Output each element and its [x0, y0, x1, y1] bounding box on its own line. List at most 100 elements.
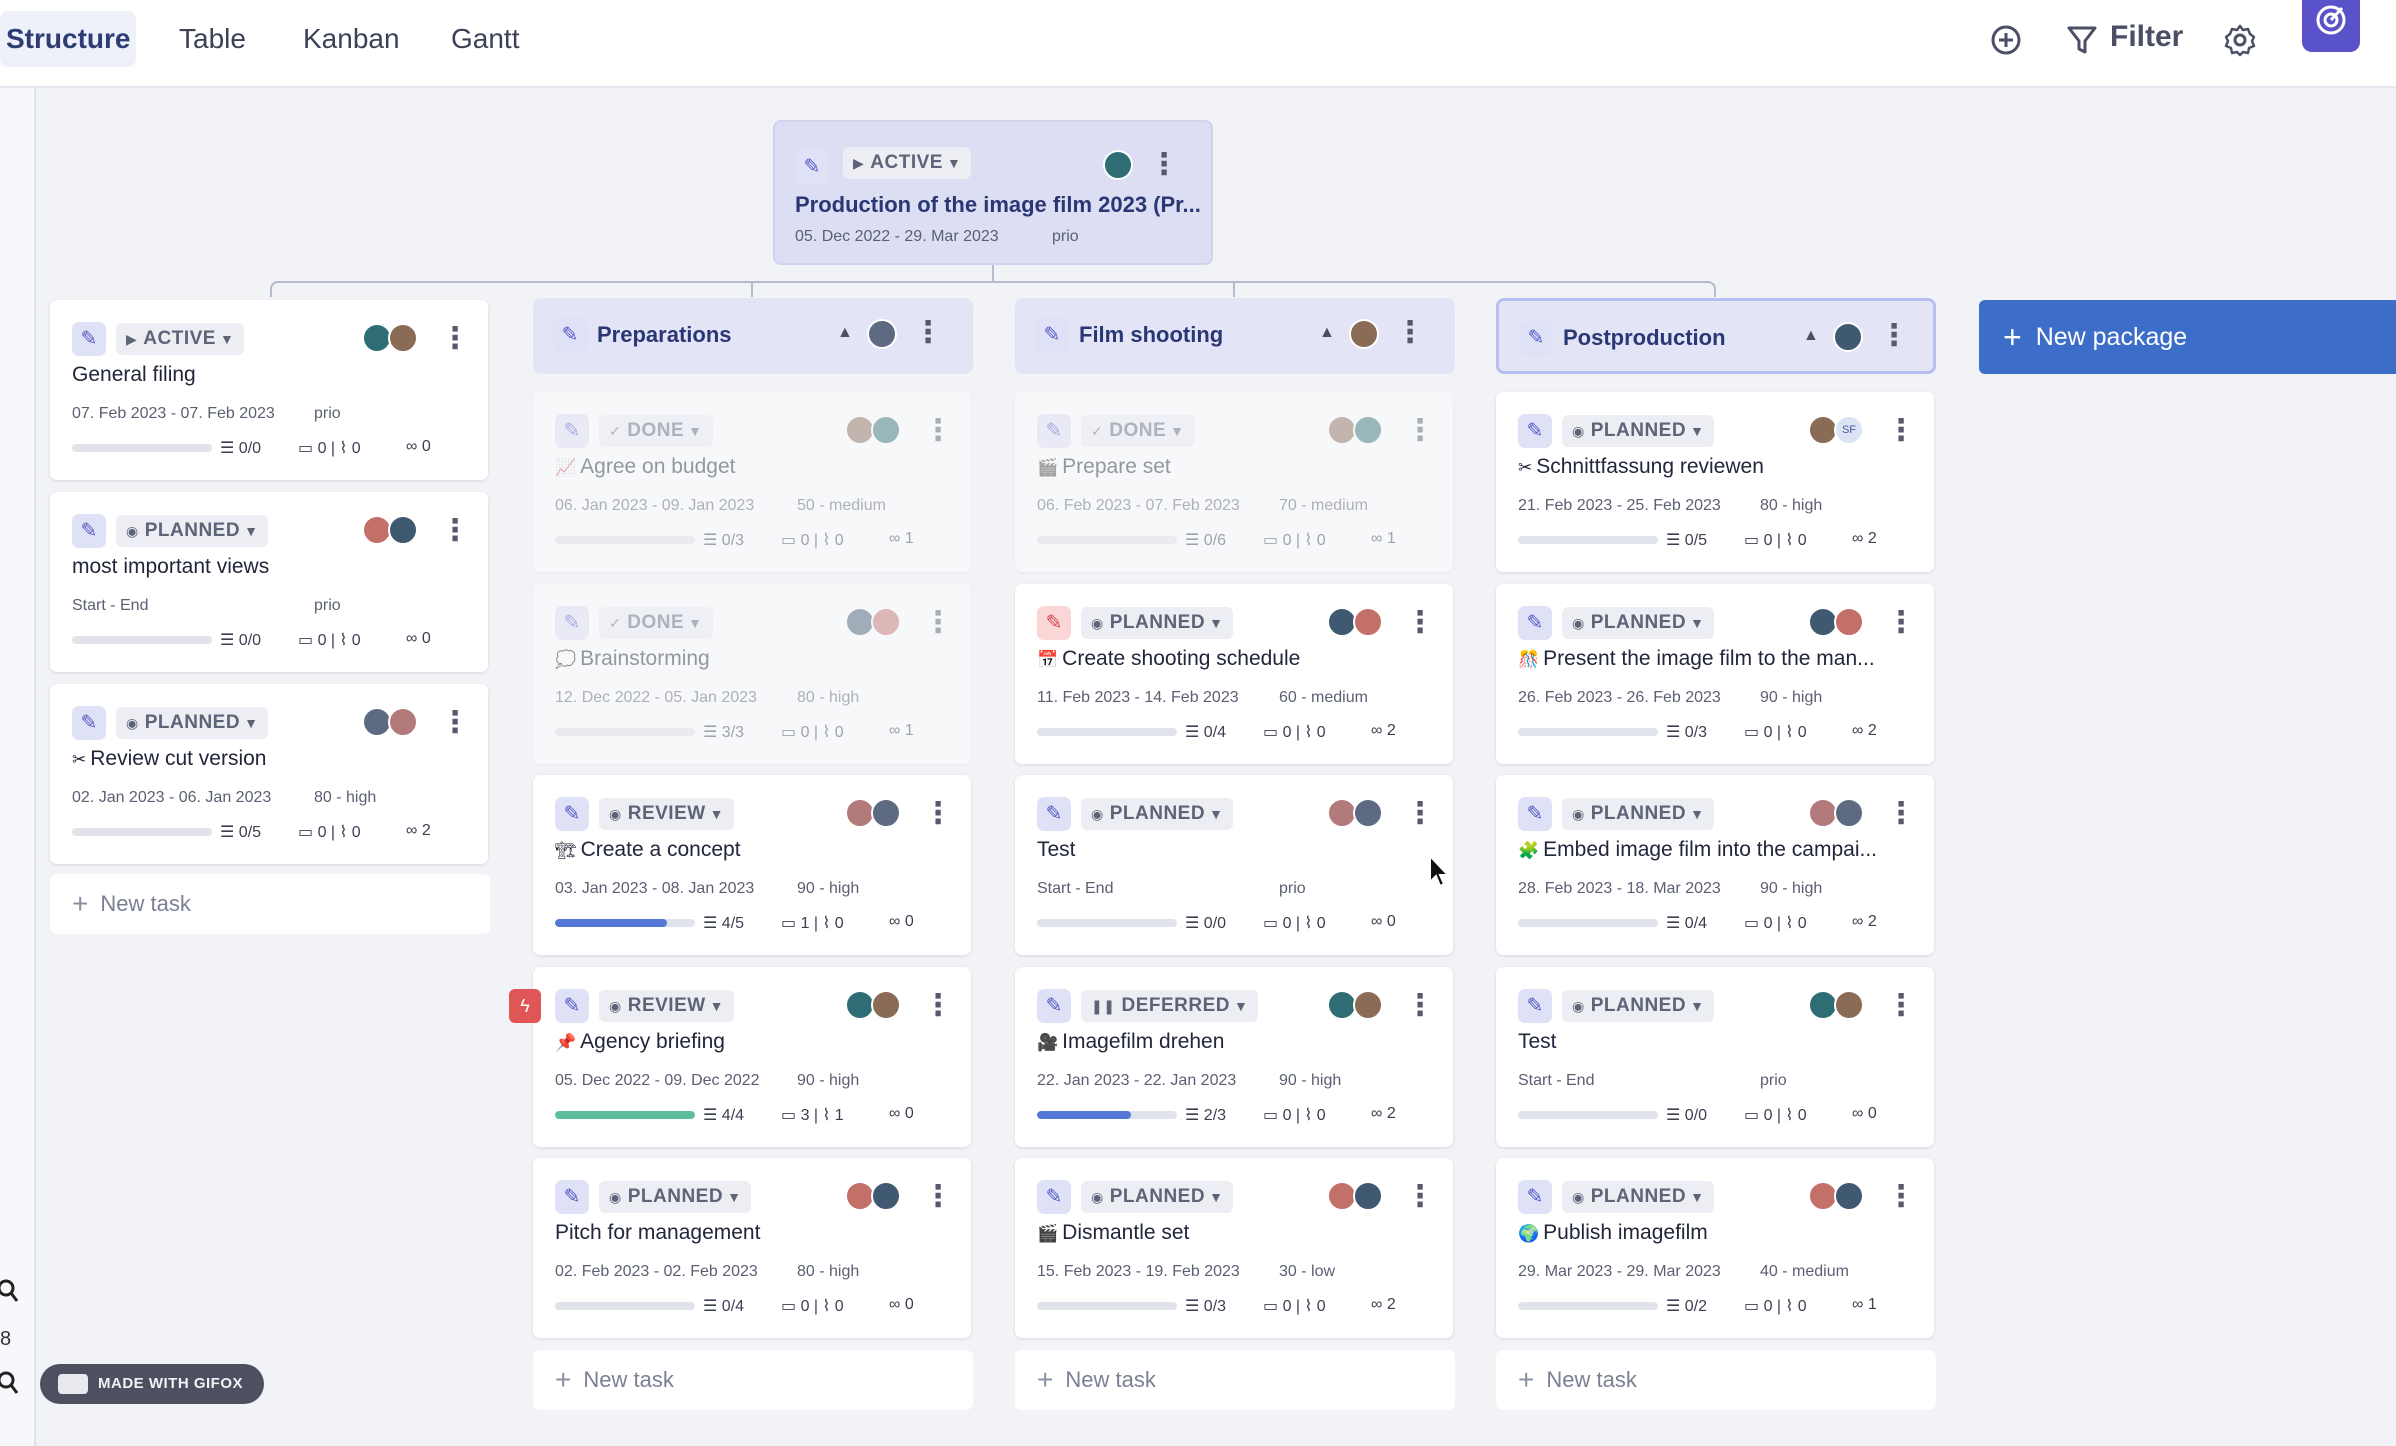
- edit-icon[interactable]: ✎: [555, 797, 589, 831]
- status-dropdown[interactable]: ◉ REVIEW ▼: [599, 990, 735, 1022]
- task-card[interactable]: ✎ ◉ PLANNED ▼ ⋮ ✂ Review cut version 02. Jan 20…: [50, 684, 488, 864]
- status-dropdown[interactable]: ◉ PLANNED ▼: [116, 515, 269, 547]
- avatar[interactable]: [1353, 607, 1383, 637]
- more-menu-icon[interactable]: ⋮: [1879, 321, 1909, 357]
- new-task-button[interactable]: + New task: [1496, 1350, 1936, 1410]
- task-card[interactable]: ✎ ❚❚ DEFERRED ▼ ⋮ 🎥 Imagefilm drehen 22. Jan 20…: [1015, 967, 1453, 1147]
- task-card[interactable]: ✎ ◉ PLANNED ▼ ⋮ 🌍 Publish imagefilm 29. Mar 202…: [1496, 1158, 1934, 1338]
- more-menu-icon[interactable]: ⋮: [440, 324, 470, 360]
- chevron-up-icon[interactable]: ▲: [1803, 327, 1819, 345]
- status-dropdown[interactable]: ◉ PLANNED ▼: [1562, 1181, 1715, 1213]
- avatar[interactable]: [1834, 1181, 1864, 1211]
- task-title[interactable]: 📌 Agency briefing: [555, 1030, 955, 1054]
- edit-icon[interactable]: ✎: [1519, 321, 1553, 355]
- edit-icon[interactable]: ✎: [1518, 606, 1552, 640]
- status-dropdown[interactable]: ◉ REVIEW ▼: [599, 798, 735, 830]
- status-dropdown[interactable]: ◉ PLANNED ▼: [1081, 798, 1234, 830]
- zoom-out-icon[interactable]: [0, 1370, 20, 1400]
- task-title[interactable]: 🎊 Present the image film to the man...: [1518, 647, 1918, 671]
- avatar[interactable]: [1833, 322, 1863, 352]
- package-header[interactable]: ✎ Preparations ▲ ⋮: [533, 298, 973, 374]
- root-project-card[interactable]: ✎ ▶ ACTIVE ▼ ⋮ Production of the image fil…: [773, 120, 1213, 265]
- new-task-button[interactable]: + New task: [1015, 1350, 1455, 1410]
- task-card[interactable]: ✎ ▶ ACTIVE ▼ ⋮ General filing 07. Feb 2023 - 0…: [50, 300, 488, 480]
- task-card[interactable]: ✎ ◉ PLANNED ▼ ⋮ 🎊 Present the image film to th…: [1496, 584, 1934, 764]
- task-card[interactable]: ✎ ◉ PLANNED ▼ ⋮ 🎬 Dismantle set 15. Feb 2023 - …: [1015, 1158, 1453, 1338]
- edit-icon[interactable]: ✎: [1518, 989, 1552, 1023]
- task-title[interactable]: Test: [1037, 838, 1437, 862]
- app-logo[interactable]: [2302, 0, 2360, 52]
- more-menu-icon[interactable]: ⋮: [1405, 799, 1435, 835]
- edit-icon[interactable]: ✎: [1518, 414, 1552, 448]
- task-card[interactable]: ✎ ✓ DONE ▼ ⋮ 💭 Brainstorming 12. Dec 2022 - 05.…: [533, 584, 971, 764]
- more-menu-icon[interactable]: ⋮: [1395, 318, 1425, 354]
- edit-icon[interactable]: ✎: [72, 322, 106, 356]
- status-dropdown[interactable]: ✓ DONE ▼: [599, 415, 713, 447]
- task-card[interactable]: ✎ ◉ REVIEW ▼ ⋮ 📌 Agency briefing 05. Dec 2022 -…: [533, 967, 971, 1147]
- task-card[interactable]: ✎ ◉ PLANNED ▼ ⋮ most important views Start - E…: [50, 492, 488, 672]
- edit-icon[interactable]: ✎: [1037, 989, 1071, 1023]
- more-menu-icon[interactable]: ⋮: [1405, 416, 1435, 452]
- package-title[interactable]: Film shooting: [1079, 322, 1223, 348]
- more-menu-icon[interactable]: ⋮: [923, 416, 953, 452]
- edit-icon[interactable]: ✎: [1037, 414, 1071, 448]
- filter-button[interactable]: Filter: [2110, 20, 2183, 54]
- edit-icon[interactable]: ✎: [1518, 797, 1552, 831]
- avatar[interactable]: [1353, 415, 1383, 445]
- new-task-button[interactable]: + New task: [50, 874, 490, 934]
- avatar[interactable]: [388, 515, 418, 545]
- avatar[interactable]: [388, 323, 418, 353]
- more-menu-icon[interactable]: ⋮: [1886, 416, 1916, 452]
- new-task-button[interactable]: + New task: [533, 1350, 973, 1410]
- chevron-up-icon[interactable]: ▲: [837, 324, 853, 342]
- task-title[interactable]: ✂ Schnittfassung reviewen: [1518, 455, 1918, 479]
- status-dropdown[interactable]: ◉ PLANNED ▼: [1562, 990, 1715, 1022]
- more-menu-icon[interactable]: ⋮: [1405, 608, 1435, 644]
- edit-icon[interactable]: ✎: [1037, 606, 1071, 640]
- edit-icon[interactable]: ✎: [72, 706, 106, 740]
- edit-icon[interactable]: ✎: [72, 514, 106, 548]
- edit-icon[interactable]: ✎: [1518, 1180, 1552, 1214]
- task-title[interactable]: Pitch for management: [555, 1221, 955, 1245]
- edit-icon[interactable]: ✎: [555, 989, 589, 1023]
- avatar[interactable]: [1834, 607, 1864, 637]
- task-title[interactable]: 🏗 Create a concept: [555, 838, 955, 862]
- avatar[interactable]: [867, 319, 897, 349]
- edit-icon[interactable]: ✎: [1037, 1180, 1071, 1214]
- more-menu-icon[interactable]: ⋮: [440, 708, 470, 744]
- task-title[interactable]: 🎬 Prepare set: [1037, 455, 1437, 479]
- more-menu-icon[interactable]: ⋮: [923, 799, 953, 835]
- tab-kanban[interactable]: Kanban: [297, 11, 406, 67]
- status-dropdown[interactable]: ✓ DONE ▼: [599, 607, 713, 639]
- more-menu-icon[interactable]: ⋮: [923, 1182, 953, 1218]
- tab-table[interactable]: Table: [173, 11, 252, 67]
- avatar[interactable]: [871, 607, 901, 637]
- avatar[interactable]: [871, 1181, 901, 1211]
- more-menu-icon[interactable]: ⋮: [440, 516, 470, 552]
- avatar[interactable]: [1349, 319, 1379, 349]
- more-menu-icon[interactable]: ⋮: [923, 991, 953, 1027]
- avatar[interactable]: [871, 415, 901, 445]
- new-package-button[interactable]: + New package: [1979, 300, 2396, 374]
- status-dropdown[interactable]: ✓ DONE ▼: [1081, 415, 1195, 447]
- add-circle-icon[interactable]: [1988, 22, 2024, 58]
- task-title[interactable]: Test: [1518, 1030, 1918, 1054]
- gear-icon[interactable]: [2222, 22, 2258, 58]
- task-title[interactable]: 🎥 Imagefilm drehen: [1037, 1030, 1437, 1054]
- task-card[interactable]: ✎ ◉ REVIEW ▼ ⋮ 🏗 Create a concept 03. Jan 2023 …: [533, 775, 971, 955]
- status-dropdown[interactable]: ◉ PLANNED ▼: [116, 707, 269, 739]
- status-dropdown[interactable]: ◉ PLANNED ▼: [1081, 607, 1234, 639]
- status-dropdown[interactable]: ◉ PLANNED ▼: [1562, 415, 1715, 447]
- edit-icon[interactable]: ✎: [553, 318, 587, 352]
- task-title[interactable]: 📈 Agree on budget: [555, 455, 955, 479]
- status-dropdown[interactable]: ◉ PLANNED ▼: [1562, 798, 1715, 830]
- avatar[interactable]: [1353, 990, 1383, 1020]
- task-title[interactable]: 🎬 Dismantle set: [1037, 1221, 1437, 1245]
- task-title[interactable]: General filing: [72, 363, 472, 387]
- edit-icon[interactable]: ✎: [1035, 318, 1069, 352]
- avatar[interactable]: [1103, 150, 1133, 180]
- task-card[interactable]: ✎ ◉ PLANNED ▼ ⋮ Test Start - End prio ☰ 0/0 ▭ 0 |…: [1015, 775, 1453, 955]
- status-dropdown[interactable]: ▶ ACTIVE ▼: [843, 147, 972, 179]
- avatar[interactable]: [1353, 1181, 1383, 1211]
- avatar[interactable]: [871, 798, 901, 828]
